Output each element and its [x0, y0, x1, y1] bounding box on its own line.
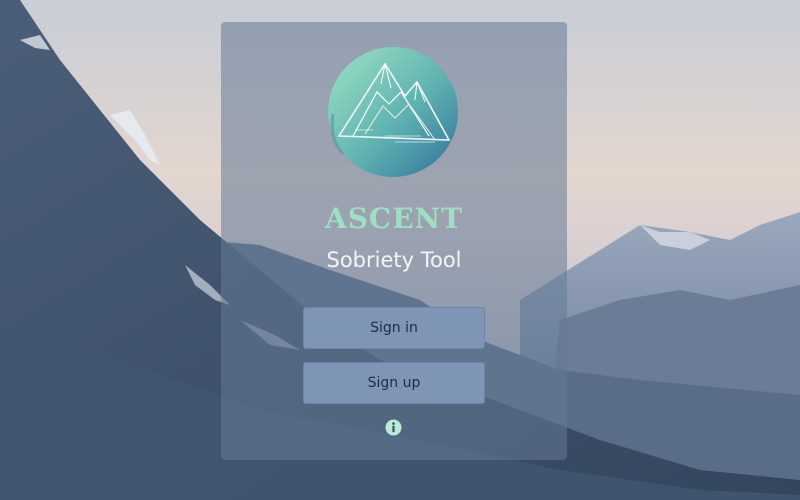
mountain-logo-icon	[328, 47, 458, 177]
login-panel: ASCENT Sobriety Tool Sign in Sign up	[221, 22, 567, 460]
sign-up-button[interactable]: Sign up	[303, 362, 485, 404]
app-subtitle: Sobriety Tool	[326, 248, 462, 272]
sign-in-button[interactable]: Sign in	[303, 307, 485, 349]
info-icon[interactable]	[385, 419, 402, 436]
app-brand-title: ASCENT	[324, 202, 463, 235]
